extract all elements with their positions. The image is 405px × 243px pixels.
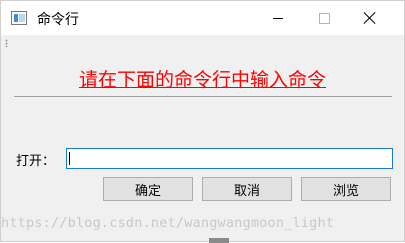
close-icon (364, 12, 376, 24)
title-bar[interactable]: 命令行 (1, 1, 404, 35)
ok-button[interactable]: 确定 (103, 177, 193, 201)
browse-button[interactable]: 浏览 (301, 177, 391, 201)
dialog-window: 命令行 请在下面的命令行中输入命令 打开： 确定 取消 浏览 https://b… (0, 0, 405, 243)
toolbar-grip-icon[interactable] (5, 39, 8, 47)
maximize-icon (318, 12, 330, 24)
instruction-heading: 请在下面的命令行中输入命令 (78, 69, 326, 91)
app-window-icon (11, 11, 27, 25)
divider (14, 96, 392, 97)
cancel-button[interactable]: 取消 (202, 177, 292, 201)
watermark-text: https://blog.csdn.net/wangwangmoon_light (1, 215, 335, 231)
open-label: 打开： (16, 154, 56, 169)
command-input[interactable] (66, 148, 393, 169)
bottom-edge-tab (209, 238, 229, 243)
minimize-icon (273, 17, 283, 19)
close-button[interactable] (347, 1, 393, 35)
text-caret (69, 152, 70, 165)
maximize-button[interactable] (301, 1, 347, 35)
minimize-button[interactable] (255, 1, 301, 35)
window-title: 命令行 (37, 12, 79, 28)
